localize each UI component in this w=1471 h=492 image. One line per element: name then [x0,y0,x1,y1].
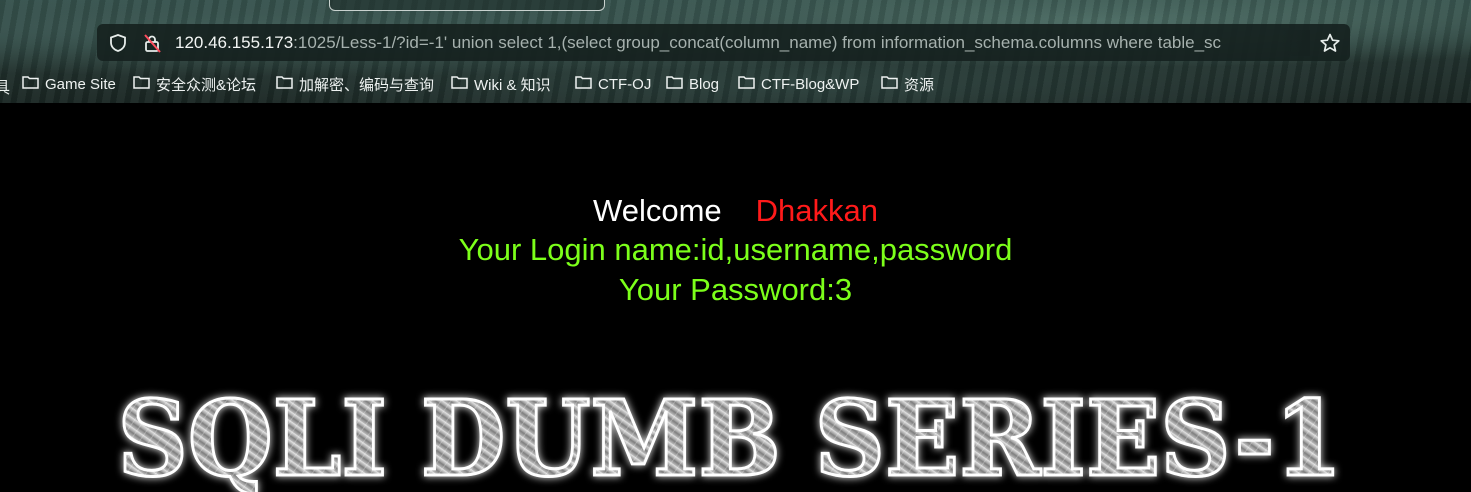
login-name-result: Your Login name:id,username,password [458,232,1013,267]
url-text[interactable]: 120.46.155.173:1025/Less-1/?id=-1' union… [175,32,1309,54]
bookmark-folder-crypto-tools[interactable]: 加解密、编码与查询 [276,74,434,94]
sqli-banner-logo: SQLI DUMB SERIES-1 [116,385,1344,492]
bookmark-label: 安全众测&论坛 [156,76,257,94]
welcome-text: Welcome [593,193,722,228]
bookmark-label: CTF-Blog&WP [761,75,860,93]
bookmark-folder-game-site[interactable]: Game Site [22,74,116,94]
url-path: :1025/Less-1/?id=-1' union select 1,(sel… [293,33,1222,52]
username-text: Dhakkan [755,193,878,228]
bookmark-label: 资源 [904,76,935,94]
banner-title: SQLI DUMB SERIES-1 [118,385,1343,492]
folder-icon [133,75,156,93]
bookmark-label: Game Site [45,75,116,93]
bookmark-label: Wiki & 知识 [474,76,551,94]
bookmark-label: Blog [689,75,720,93]
welcome-line: Welcome Dhakkan [0,193,1471,229]
bookmark-star-icon[interactable] [1319,32,1341,54]
bookmark-label: 加解密、编码与查询 [299,76,435,94]
folder-icon [666,75,689,93]
bookmark-folder-wiki[interactable]: Wiki & 知识 [451,74,551,94]
bookmark-folder-ctf-blog-wp[interactable]: CTF-Blog&WP [738,74,859,94]
password-result: Your Password:3 [618,272,853,307]
folder-icon [451,75,474,93]
folder-icon [22,75,45,93]
bookmark-folder-ctf-oj[interactable]: CTF-OJ [575,74,651,94]
bookmark-folder-security-forums[interactable]: 安全众测&论坛 [133,74,256,94]
url-host: 120.46.155.173 [175,33,294,52]
bookmark-folder-blog[interactable]: Blog [666,74,719,94]
shield-icon[interactable] [107,32,129,54]
folder-icon [575,75,598,93]
url-fade [1280,30,1310,56]
insecure-lock-icon[interactable] [141,32,163,54]
folder-icon [881,75,904,93]
address-bar[interactable]: 120.46.155.173:1025/Less-1/?id=-1' union… [97,24,1350,61]
browser-chrome: 120.46.155.173:1025/Less-1/?id=-1' union… [0,0,1471,103]
bookmark-label: CTF-OJ [598,75,652,93]
bookmark-folder-resources[interactable]: 资源 [881,74,934,94]
page-content: Welcome Dhakkan Your Login name:id,userna… [0,103,1471,492]
folder-icon [276,75,299,93]
bookmarks-bar: 具 Game Site 安全众测&论坛 加解密、编码与查询 Wiki & 知识 … [0,70,1471,98]
bookmark-truncated[interactable]: 具 [0,74,10,98]
active-tab[interactable] [329,0,605,11]
folder-icon [738,75,761,93]
